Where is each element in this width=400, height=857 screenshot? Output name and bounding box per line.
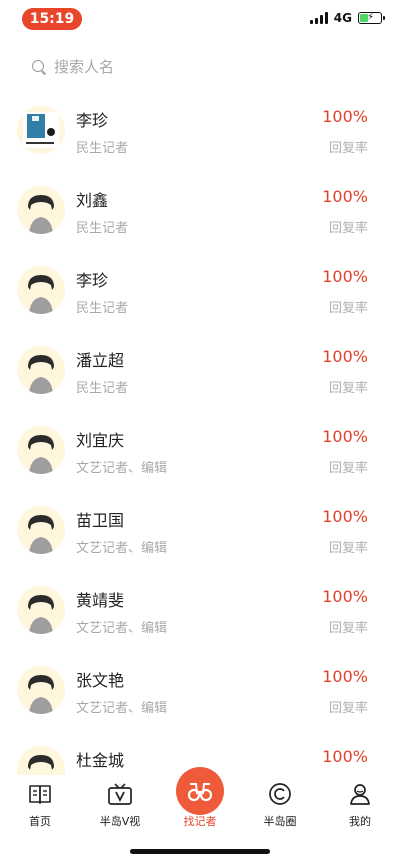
reporter-role: 文艺记者、编辑 (76, 541, 168, 556)
reply-rate-label: 回复率 (328, 221, 368, 236)
status-bar: 15:19 4G ⚡ (0, 0, 400, 36)
reporter-row[interactable]: 李珍 民生记者 100% 回复率 (0, 250, 400, 330)
nav-item-video[interactable]: 半岛V视 (80, 781, 160, 831)
reply-rate-value: 100% (322, 667, 368, 686)
avatar (17, 586, 65, 634)
nav-label: 首页 (29, 815, 51, 828)
reporter-row[interactable]: 张文艳 文艺记者、编辑 100% 回复率 (0, 650, 400, 730)
search-icon (32, 60, 46, 74)
reply-rate-value: 100% (322, 347, 368, 366)
nav-label: 半岛圈 (263, 815, 297, 828)
reporter-name: 刘鑫 (76, 191, 109, 210)
default-avatar-icon (28, 195, 54, 234)
reply-rate-value: 100% (322, 187, 368, 206)
avatar (17, 346, 65, 394)
default-avatar-icon (28, 435, 54, 474)
reporter-list: 李珍 民生记者 100% 回复率 刘鑫 民生记者 100% 回复率 李珍 民生记… (0, 90, 400, 810)
reporter-row[interactable]: 刘鑫 民生记者 100% 回复率 (0, 170, 400, 250)
reply-rate-value: 100% (322, 587, 368, 606)
reporter-name: 苗卫国 (76, 511, 125, 530)
reporter-name: 刘宜庆 (76, 431, 125, 450)
nav-item-circle[interactable]: 半岛圈 (240, 781, 320, 831)
reporter-role: 文艺记者、编辑 (76, 701, 168, 716)
home-indicator[interactable] (130, 849, 270, 854)
reporter-name: 李珍 (76, 271, 109, 290)
signal-icon (309, 12, 328, 24)
book-icon (28, 781, 52, 807)
reporter-row[interactable]: 潘立超 民生记者 100% 回复率 (0, 330, 400, 410)
nav-item-mine[interactable]: 我的 (320, 781, 400, 831)
reply-rate-value: 100% (322, 747, 368, 766)
reply-rate-label: 回复率 (328, 301, 368, 316)
nav-item-find-reporter[interactable]: 找记者 (160, 767, 240, 831)
reply-rate-label: 回复率 (328, 141, 368, 156)
reporter-name: 杜金城 (76, 751, 125, 770)
avatar (17, 186, 65, 234)
reporter-name: 黄靖斐 (76, 591, 125, 610)
default-avatar-icon (28, 595, 54, 634)
tv-icon (107, 781, 133, 807)
reporter-role: 民生记者 (76, 381, 129, 396)
reply-rate-label: 回复率 (328, 541, 368, 556)
nav-label: 找记者 (183, 815, 217, 828)
status-time: 15:19 (22, 8, 82, 30)
network-type: 4G (333, 11, 352, 25)
nav-item-home[interactable]: 首页 (0, 781, 80, 831)
reporter-role: 文艺记者、编辑 (76, 621, 168, 636)
default-avatar-icon (28, 515, 54, 554)
reporter-role: 民生记者 (76, 141, 129, 156)
custom-avatar-image (23, 112, 59, 148)
reporter-role: 文艺记者、编辑 (76, 461, 168, 476)
avatar (17, 106, 65, 154)
reply-rate-label: 回复率 (328, 621, 368, 636)
default-avatar-icon (28, 355, 54, 394)
reply-rate-value: 100% (322, 507, 368, 526)
reply-rate-value: 100% (322, 427, 368, 446)
reporter-name: 潘立超 (76, 351, 125, 370)
reporter-row[interactable]: 苗卫国 文艺记者、编辑 100% 回复率 (0, 490, 400, 570)
battery-icon: ⚡ (358, 12, 385, 24)
avatar (17, 506, 65, 554)
reply-rate-label: 回复率 (328, 461, 368, 476)
reporter-row[interactable]: 黄靖斐 文艺记者、编辑 100% 回复率 (0, 570, 400, 650)
nav-label: 我的 (349, 815, 371, 828)
binoculars-icon (176, 767, 224, 815)
avatar (17, 426, 65, 474)
status-indicators: 4G ⚡ (309, 10, 385, 26)
reporter-row[interactable]: 李珍 民生记者 100% 回复率 (0, 90, 400, 170)
reporter-role: 民生记者 (76, 301, 129, 316)
reporter-name: 李珍 (76, 111, 109, 130)
bottom-nav: 首页 半岛V视 找记者 半岛圈 我的 (0, 767, 400, 857)
reporter-role: 民生记者 (76, 221, 129, 236)
avatar (17, 266, 65, 314)
default-avatar-icon (28, 675, 54, 714)
reporter-name: 张文艳 (76, 671, 125, 690)
person-icon (348, 781, 372, 807)
search-input[interactable] (54, 58, 254, 76)
default-avatar-icon (28, 275, 54, 314)
reply-rate-value: 100% (322, 107, 368, 126)
reply-rate-label: 回复率 (328, 701, 368, 716)
circle-c-icon (268, 781, 292, 807)
avatar (17, 666, 65, 714)
reply-rate-label: 回复率 (328, 381, 368, 396)
reply-rate-value: 100% (322, 267, 368, 286)
nav-label: 半岛V视 (99, 815, 141, 828)
reporter-row[interactable]: 刘宜庆 文艺记者、编辑 100% 回复率 (0, 410, 400, 490)
search-bar[interactable] (32, 56, 254, 78)
